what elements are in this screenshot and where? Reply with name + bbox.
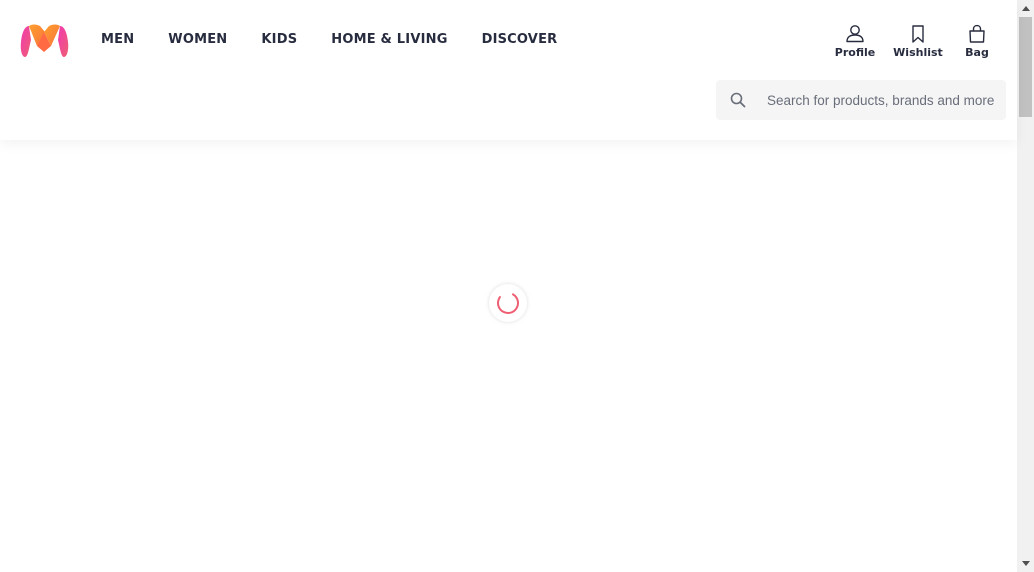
bag-button[interactable]: Bag	[952, 24, 1002, 60]
bag-icon	[969, 24, 985, 43]
header-actions: Profile Wishlist Bag	[826, 24, 1002, 60]
nav-kids[interactable]: KIDS	[244, 28, 314, 52]
search-bar	[716, 80, 1006, 120]
nav-men[interactable]: MEN	[84, 28, 151, 52]
profile-label: Profile	[834, 46, 876, 59]
nav-home-living[interactable]: HOME & LIVING	[314, 28, 464, 52]
loading-spinner-icon	[497, 292, 519, 314]
scroll-down-arrow-icon[interactable]	[1017, 555, 1034, 572]
nav-discover[interactable]: DISCOVER	[465, 28, 575, 52]
main-nav: MEN WOMEN KIDS HOME & LIVING DISCOVER	[84, 28, 574, 52]
myntra-logo[interactable]	[20, 24, 69, 58]
search-input[interactable]	[767, 80, 997, 120]
profile-button[interactable]: Profile	[826, 24, 884, 60]
bag-label: Bag	[965, 46, 989, 59]
wishlist-button[interactable]: Wishlist	[884, 24, 952, 60]
vertical-scrollbar[interactable]	[1017, 0, 1034, 572]
search-icon[interactable]	[730, 92, 746, 108]
scroll-up-arrow-icon[interactable]	[1017, 0, 1034, 17]
profile-icon	[846, 25, 864, 43]
site-header: MEN WOMEN KIDS HOME & LIVING DISCOVER Pr…	[0, 0, 1017, 140]
nav-women[interactable]: WOMEN	[151, 28, 244, 52]
bookmark-icon	[912, 25, 924, 43]
wishlist-label: Wishlist	[893, 46, 943, 59]
scrollbar-thumb[interactable]	[1019, 17, 1032, 117]
loading-spinner	[489, 284, 527, 322]
